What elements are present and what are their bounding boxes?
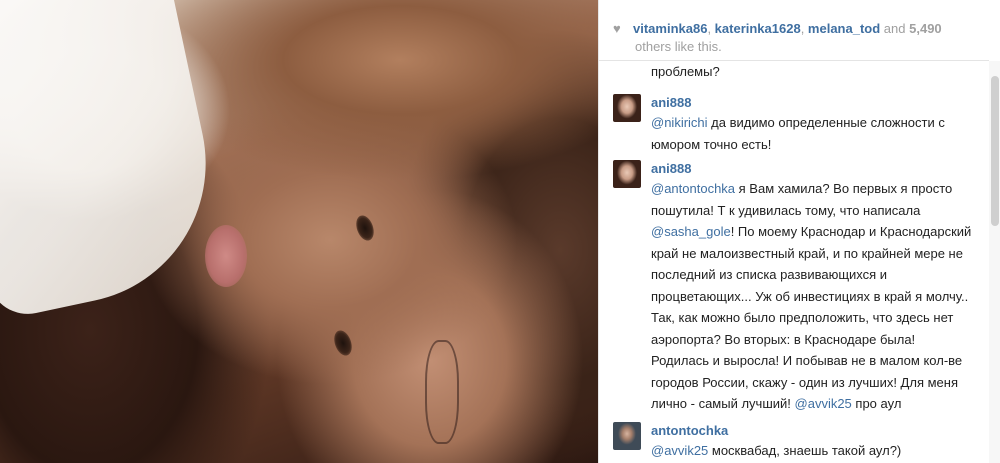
comment-text: @antontochka я Вам хамила? Во первых я п… <box>651 181 972 411</box>
avatar[interactable] <box>613 160 641 188</box>
avatar[interactable] <box>613 94 641 122</box>
liker-link[interactable]: melana_tod <box>808 21 880 36</box>
comments-scrollbar[interactable] <box>989 61 1000 463</box>
heart-icon[interactable]: ♥ <box>613 20 627 38</box>
mention-link[interactable]: @nikirichi <box>651 115 708 130</box>
comment-text: @nikirichi да видимо определенные сложно… <box>651 115 945 152</box>
photo-tattoo <box>425 340 459 444</box>
mention-link[interactable]: @sasha_gole <box>651 224 731 239</box>
comment-username[interactable]: antontochka <box>651 422 728 440</box>
mention-link[interactable]: @avvik25 <box>795 396 852 411</box>
likes-and: and <box>883 21 906 36</box>
likes-line: ♥ vitaminka86, katerinka1628, melana_tod … <box>613 20 988 56</box>
likes-count[interactable]: 5,490 <box>909 21 942 36</box>
avatar[interactable] <box>613 422 641 450</box>
mention-link[interactable]: @avvik25 <box>651 443 708 458</box>
photo-eye <box>331 328 355 358</box>
photo-sheet <box>0 0 232 322</box>
photo-eye <box>353 213 377 243</box>
photo-lips <box>205 225 247 287</box>
mention-link[interactable]: @antontochka <box>651 181 735 196</box>
scrollbar-thumb[interactable] <box>991 76 999 226</box>
comments-list[interactable]: проблемы? ani888 @nikirichi да видимо оп… <box>599 61 989 463</box>
comment-username[interactable]: ani888 <box>651 160 691 178</box>
likes-others: others like this. <box>635 39 722 54</box>
liker-link[interactable]: katerinka1628 <box>715 21 801 36</box>
comments-panel: ♥ vitaminka86, katerinka1628, melana_tod … <box>598 0 1000 463</box>
post-photo <box>0 0 598 463</box>
comment-text: @avvik25 москвабад, знаешь такой аул?) <box>651 443 902 458</box>
comment-username[interactable]: ani888 <box>651 94 691 112</box>
liker-link[interactable]: vitaminka86 <box>633 21 707 36</box>
